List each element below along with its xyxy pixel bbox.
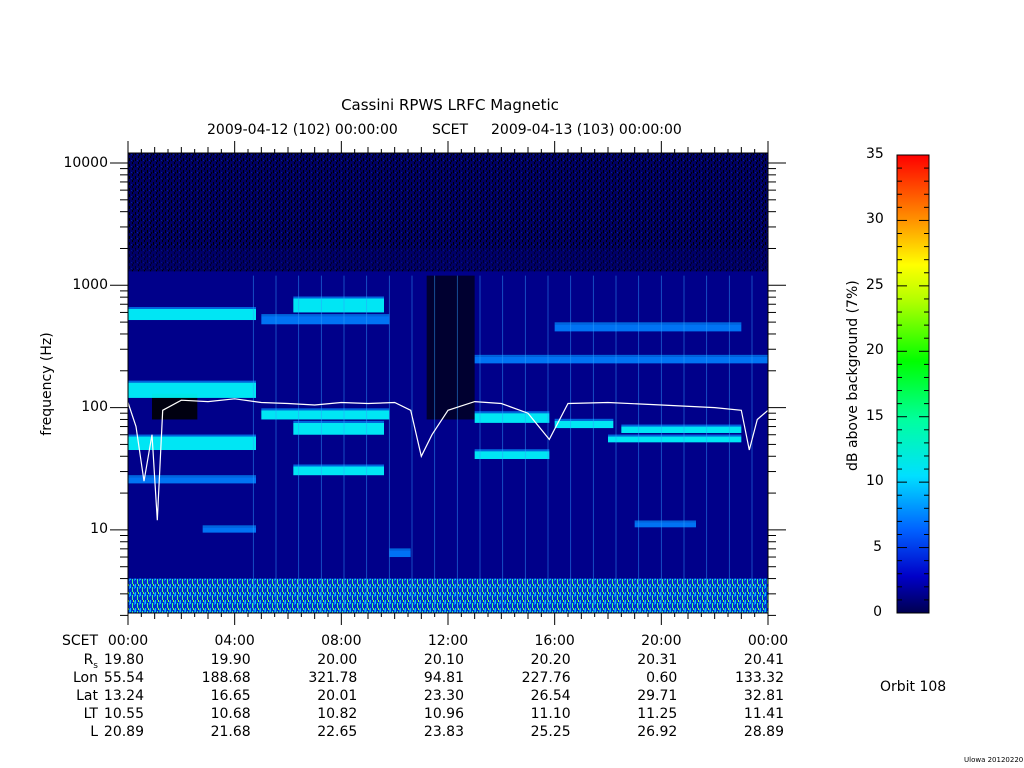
- ephemeris-value-lon: 133.32: [735, 670, 784, 686]
- colorbar: [897, 155, 929, 613]
- emission-band-edge: [608, 434, 742, 437]
- emission-band-edge: [261, 408, 390, 411]
- ephemeris-value-rs: 20.41: [743, 652, 784, 668]
- ephemeris-value-lon: 227.76: [521, 670, 571, 686]
- emission-band: [128, 309, 256, 321]
- emission-band: [293, 298, 384, 313]
- ephemeris-value-lon: 55.54: [103, 670, 144, 686]
- dark-gap: [426, 275, 475, 420]
- ephemeris-value-l: 20.89: [103, 724, 144, 740]
- emission-band-edge: [202, 525, 256, 528]
- emission-band-edge: [293, 296, 384, 299]
- emission-band: [202, 527, 256, 533]
- emission-band-edge: [474, 411, 550, 414]
- ephemeris-value-l: 28.89: [743, 724, 784, 740]
- ephemeris-value-lat: 29.71: [637, 688, 678, 704]
- faint-line: [128, 248, 768, 270]
- emission-band-edge: [128, 307, 256, 310]
- ephemeris-value-rs: 19.90: [210, 652, 251, 668]
- colorbar-tick-label: 20: [866, 342, 884, 359]
- ephemeris-value-lt: 10.82: [317, 706, 358, 722]
- emission-band: [474, 413, 550, 423]
- emission-band-edge: [554, 418, 614, 421]
- x-tick-label: 00:00: [747, 633, 789, 649]
- footer-note: Ulowa 20120220: [964, 756, 1024, 764]
- x-tick-label: 12:00: [427, 633, 469, 649]
- emission-band-edge: [474, 449, 550, 452]
- colorbar-tick-label: 10: [866, 473, 884, 490]
- colorbar-label: dB above background (7%): [845, 280, 861, 471]
- ephemeris-value-lat: 13.24: [103, 688, 144, 704]
- emission-band-edge: [261, 314, 390, 317]
- x-tick-label: 00:00: [107, 633, 149, 649]
- emission-band-edge: [474, 354, 768, 357]
- ephemeris-value-rs: 19.80: [103, 652, 144, 668]
- emission-band: [389, 550, 411, 558]
- ephemeris-value-rs: 20.20: [530, 652, 571, 668]
- colorbar-tick-label: 30: [866, 211, 884, 228]
- emission-band: [621, 426, 742, 433]
- emission-band: [128, 382, 256, 398]
- ephemeris-value-lt: 11.25: [637, 706, 678, 722]
- ephemeris-value-lt: 11.10: [530, 706, 571, 722]
- emission-band: [474, 451, 550, 459]
- emission-band-edge: [634, 520, 696, 523]
- ephemeris-value-lat: 23.30: [423, 688, 464, 704]
- emission-band-edge: [293, 464, 384, 467]
- ephemeris-label-scet: SCET: [61, 633, 98, 649]
- ephemeris-value-lt: 11.41: [743, 706, 784, 722]
- x-tick-label: 04:00: [214, 633, 255, 649]
- x-tick-label: 20:00: [641, 633, 682, 649]
- colorbar-tick-label: 0: [873, 604, 882, 620]
- emission-band-edge: [293, 420, 384, 423]
- emission-band: [293, 422, 384, 435]
- ephemeris-value-lon: 321.78: [308, 670, 358, 686]
- x-tick-label: 08:00: [321, 633, 362, 649]
- emission-band: [261, 410, 390, 420]
- ephemeris-value-l: 25.25: [530, 724, 571, 740]
- ephemeris-value-lon: 94.81: [423, 670, 464, 686]
- ephemeris-value-rs: 20.00: [317, 652, 358, 668]
- colorbar-tick-label: 15: [866, 407, 884, 424]
- ephemeris-value-lat: 20.01: [317, 688, 358, 704]
- ephemeris-value-lat: 26.54: [530, 688, 571, 704]
- ephemeris-value-lon: 188.68: [201, 670, 251, 686]
- emission-band: [261, 316, 390, 325]
- emission-band: [128, 436, 256, 451]
- ephemeris-value-lon: 0.60: [646, 670, 678, 686]
- ephemeris-value-l: 23.83: [423, 724, 464, 740]
- emission-band: [128, 477, 256, 484]
- ephemeris-value-rs: 20.31: [637, 652, 678, 668]
- emission-band: [554, 324, 742, 332]
- low-frequency-noise: [128, 578, 768, 613]
- orbit-label: Orbit 108: [880, 679, 947, 695]
- colorbar-tick-label: 5: [873, 538, 882, 555]
- ephemeris-value-l: 22.65: [317, 724, 358, 740]
- spectrogram-plot-area: [110, 141, 786, 625]
- colorbar-tick-label: 35: [866, 146, 884, 162]
- emission-band-edge: [128, 380, 256, 383]
- x-tick-label: 16:00: [534, 633, 575, 649]
- ephemeris-value-l: 21.68: [210, 724, 251, 740]
- emission-band-edge: [128, 475, 256, 478]
- emission-band-edge: [128, 434, 256, 437]
- ephemeris-value-rs: 20.10: [423, 652, 464, 668]
- emission-band-edge: [389, 548, 411, 551]
- emission-band: [293, 466, 384, 476]
- emission-band-edge: [554, 322, 742, 325]
- emission-band: [634, 522, 696, 528]
- ephemeris-value-lat: 16.65: [210, 688, 251, 704]
- ephemeris-value-lat: 32.81: [743, 688, 784, 704]
- ephemeris-value-l: 26.92: [637, 724, 678, 740]
- emission-band: [608, 436, 742, 443]
- ephemeris-value-lt: 10.68: [210, 706, 251, 722]
- emission-band-edge: [621, 424, 742, 427]
- colorbar-tick-label: 25: [866, 276, 884, 293]
- ephemeris-value-lt: 10.55: [103, 706, 144, 722]
- emission-band: [554, 420, 614, 429]
- ephemeris-value-lt: 10.96: [423, 706, 464, 722]
- emission-band: [474, 356, 768, 364]
